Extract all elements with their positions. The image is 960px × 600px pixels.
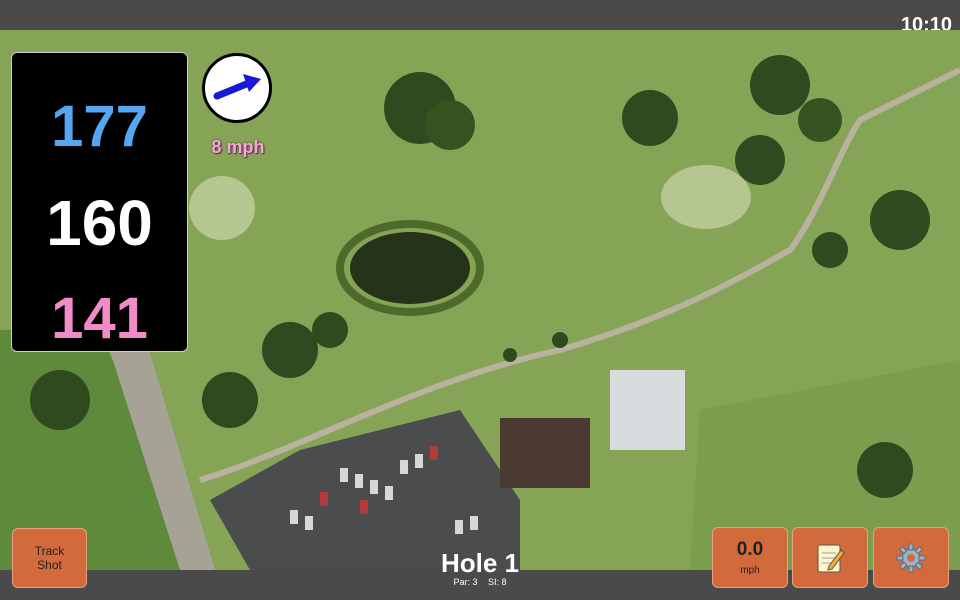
- speed-button[interactable]: 0.0 mph: [712, 527, 788, 588]
- wind-indicator: [202, 53, 272, 123]
- track-shot-label-1: Track: [34, 544, 65, 558]
- hole-si: SI: 8: [488, 577, 507, 587]
- front-distance: 141: [51, 286, 148, 351]
- speed-unit: mph: [740, 565, 760, 576]
- settings-button[interactable]: [873, 527, 949, 588]
- hole-info: Par: 3 SI: 8: [380, 577, 580, 587]
- notepad-icon: [817, 544, 845, 572]
- hole-par: Par: 3: [453, 577, 478, 587]
- back-distance: 177: [51, 94, 148, 159]
- notes-button[interactable]: [792, 527, 868, 588]
- center-distance: 160: [46, 187, 153, 259]
- arrow-icon: [213, 74, 261, 100]
- speed-value: 0.0: [736, 539, 764, 560]
- wind-speed: 8 mph: [211, 137, 265, 157]
- track-shot-button[interactable]: Track Shot: [12, 528, 87, 588]
- track-shot-label-2: Shot: [37, 558, 62, 572]
- status-bar: 10:10: [0, 0, 960, 36]
- course-map[interactable]: 177 160 141 8 mph: [0, 30, 960, 570]
- gear-icon: [896, 543, 926, 572]
- distance-panel: 177 160 141: [11, 52, 188, 352]
- hole-title: Hole 1: [440, 548, 520, 578]
